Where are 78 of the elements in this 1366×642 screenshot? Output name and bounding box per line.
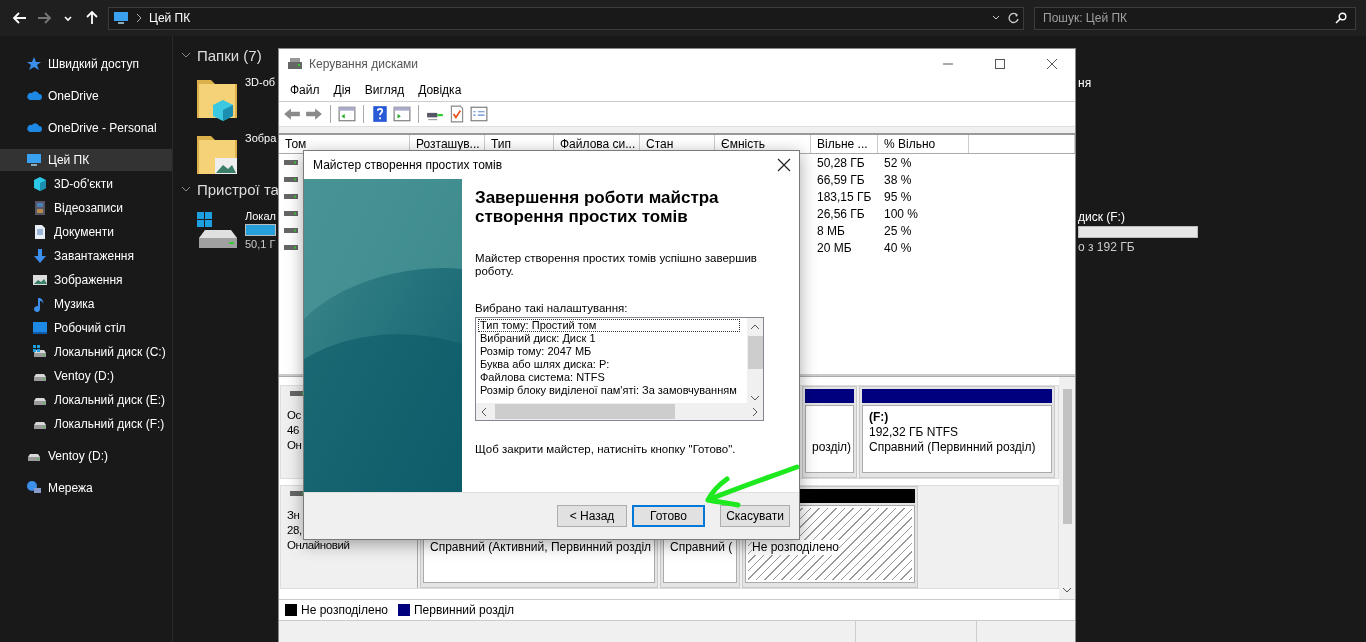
partition-size: 192,32 ГБ NTFS bbox=[869, 425, 960, 440]
partition-block[interactable]: (F:) 192,32 ГБ NTFS Справний (Первинний розділ) bbox=[859, 386, 1055, 478]
sidebar-item[interactable]: Музика bbox=[0, 293, 172, 315]
sidebar-item[interactable]: Швидкий доступ bbox=[0, 53, 172, 75]
sidebar-item[interactable]: Мережа bbox=[0, 477, 172, 499]
breadcrumb-item[interactable]: Цей ПК bbox=[149, 11, 985, 25]
table-cell-text: 38 % bbox=[883, 172, 913, 187]
partition-block[interactable]: розділ) bbox=[802, 386, 857, 478]
item-detail: о з 192 ГБ bbox=[1078, 240, 1135, 254]
item-label[interactable]: диск (F:) bbox=[1078, 210, 1125, 224]
sidebar-item[interactable]: OneDrive - Personal bbox=[0, 117, 172, 139]
menu-item[interactable]: Вигляд bbox=[357, 83, 412, 97]
sidebar-item[interactable]: Зображення bbox=[0, 269, 172, 291]
sidebar-item[interactable]: Локальний диск (E:) bbox=[0, 389, 172, 411]
list-item[interactable]: Файлова система: NTFS bbox=[478, 371, 740, 384]
table-cell-text: 20 МБ bbox=[816, 240, 853, 255]
item-label[interactable]: Локал bbox=[245, 210, 276, 222]
sidebar-item[interactable]: Завантаження bbox=[0, 245, 172, 267]
item-label[interactable]: ня bbox=[1078, 76, 1092, 90]
sidebar-item[interactable]: Відеозаписи bbox=[0, 197, 172, 219]
item-label[interactable]: 3D-об bbox=[245, 76, 276, 88]
sidebar-item[interactable]: Робочий стіл bbox=[0, 317, 172, 339]
partition-name: (F:) bbox=[869, 410, 890, 425]
table-cell-text: 26,56 ГБ bbox=[816, 206, 866, 221]
section-header: Папки (7) bbox=[197, 46, 262, 64]
table-cell-text: 66,59 ГБ bbox=[816, 172, 866, 187]
dialog-button[interactable]: < Назад bbox=[557, 505, 627, 527]
dialog-button[interactable]: Готово bbox=[632, 505, 705, 527]
disk-label: Зн bbox=[287, 508, 301, 523]
list-item[interactable]: Розмір блоку виділеної пам'яті: За замовчуванням bbox=[478, 384, 740, 397]
sidebar-item[interactable]: Цей ПК bbox=[0, 149, 172, 171]
address-bar[interactable]: Цей ПК bbox=[108, 6, 1024, 30]
menu-item[interactable]: Дія bbox=[326, 83, 358, 97]
table-cell-text: 50,28 ГБ bbox=[816, 155, 866, 170]
table-cell-text: 52 % bbox=[883, 155, 913, 170]
item-label[interactable]: Зобра bbox=[245, 132, 277, 144]
partition-status: Справний (Первинний розділ) bbox=[869, 440, 1037, 455]
menu-item[interactable]: Файл bbox=[283, 83, 327, 97]
disk-label: Онлайновий bbox=[287, 538, 351, 553]
legend-label: Не розподілено bbox=[301, 603, 388, 617]
disk-label: Он bbox=[287, 438, 303, 453]
list-item[interactable]: Буква або шлях диска: P: bbox=[478, 358, 740, 371]
disk-label: 28, bbox=[287, 523, 303, 538]
item-detail: 50,1 Г bbox=[245, 238, 276, 250]
intro-text: Майстер створення простих томів успішно завершив роботу. bbox=[475, 252, 758, 278]
sidebar-item[interactable]: OneDrive bbox=[0, 85, 172, 107]
column-header[interactable]: % Вільно bbox=[878, 135, 969, 153]
table-cell-text: 25 % bbox=[883, 223, 913, 238]
partition-status: Не розподілено bbox=[752, 540, 839, 555]
window-title: Керування дисками bbox=[309, 57, 420, 71]
sidebar-item[interactable]: Ventoy (D:) bbox=[0, 445, 172, 467]
dialog-title: Майстер створення простих томів bbox=[313, 158, 504, 172]
closing-note: Щоб закрити майстер, натисніть кнопку "Готово". bbox=[475, 443, 737, 456]
sidebar-item[interactable]: Документи bbox=[0, 221, 172, 243]
sidebar-item[interactable]: Локальний диск (F:) bbox=[0, 413, 172, 435]
sidebar-item[interactable]: Ventoy (D:) bbox=[0, 365, 172, 387]
table-cell-text: 40 % bbox=[883, 240, 913, 255]
list-item[interactable]: Вибраний диск: Диск 1 bbox=[478, 332, 740, 345]
table-cell-text: 183,15 ГБ bbox=[816, 189, 873, 204]
disk-label: Ос bbox=[287, 408, 302, 423]
search-field[interactable]: Пошук: Цей ПК bbox=[1034, 6, 1356, 30]
dialog-heading: Завершення роботи майстра створення простих томів bbox=[475, 188, 720, 226]
list-item[interactable]: Розмір тому: 2047 МБ bbox=[478, 345, 740, 358]
table-cell-text: 100 % bbox=[883, 206, 920, 221]
table-cell-text: 8 МБ bbox=[816, 223, 846, 238]
legend-label: Первинний розділ bbox=[413, 603, 515, 617]
sidebar-item[interactable]: 3D-об'єкти bbox=[0, 173, 172, 195]
settings-label: Вибрано такі налаштування: bbox=[475, 302, 629, 315]
section-header: Пристрої та bbox=[197, 180, 279, 198]
column-header[interactable]: Вільне ... bbox=[811, 135, 878, 153]
sidebar-item[interactable]: Локальний диск (C:) bbox=[0, 341, 172, 363]
list-item[interactable]: Тип тому: Простий том bbox=[478, 319, 740, 332]
menu-item[interactable]: Довідка bbox=[411, 83, 469, 97]
disk-label: 46 bbox=[287, 423, 300, 438]
table-cell-text: 95 % bbox=[883, 189, 913, 204]
dialog-button[interactable]: Скасувати bbox=[720, 505, 790, 527]
settings-list[interactable]: Тип тому: Простий том Вибраний диск: Диск 1 Розмір тому: 2047 МБ Буква або шлях диска: P: Файлова система: NTFS Розмір блоку виділеної пам'яті: За замовчуванням bbox=[475, 317, 764, 421]
partition-status: Справний ( bbox=[670, 540, 730, 555]
